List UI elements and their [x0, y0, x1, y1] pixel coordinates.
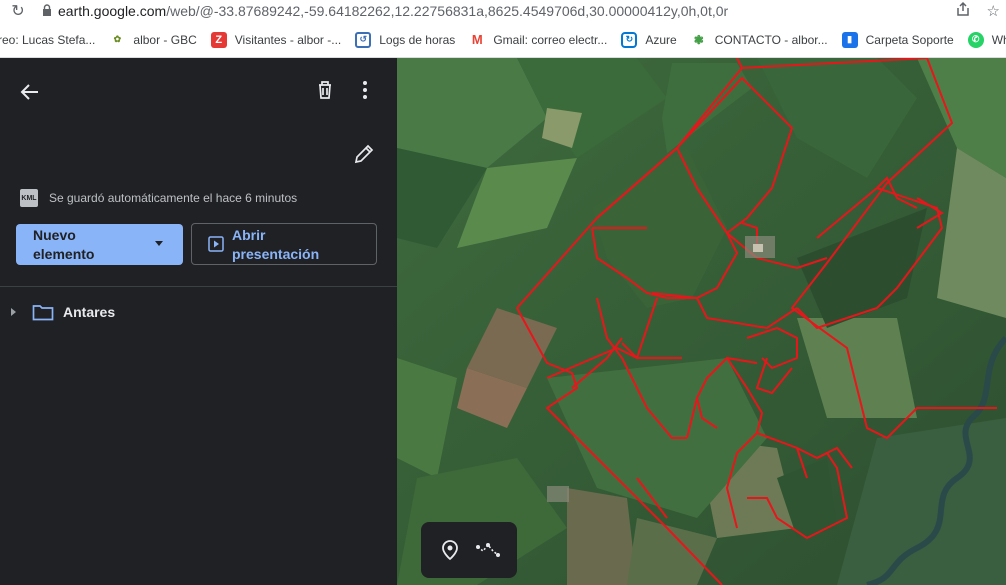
bookmarks-bar: reo: Lucas Stefa... ✿ albor - GBC Z Visita…: [0, 22, 1006, 58]
kml-file-icon: KML: [20, 189, 38, 207]
back-arrow-icon[interactable]: [18, 80, 42, 104]
satellite-map[interactable]: [397, 58, 1006, 585]
bookmark-item[interactable]: ▮ Carpeta Soporte: [841, 31, 954, 48]
map-tool-palette: [421, 522, 517, 578]
bookmark-label: Azure: [645, 32, 677, 47]
expand-arrow-icon[interactable]: [11, 308, 16, 316]
reload-icon[interactable]: ↻: [0, 1, 36, 21]
new-item-button[interactable]: Nuevo elemento: [16, 224, 183, 265]
presentation-play-icon: [208, 236, 224, 252]
project-panel: KML Se guardó automáticamente el hace 6 …: [0, 58, 397, 585]
open-presentation-button[interactable]: Abrir presentación: [191, 223, 377, 265]
autosave-text: Se guardó automáticamente el hace 6 minu…: [49, 191, 298, 205]
gmail-icon: M: [471, 32, 483, 47]
logs-icon: ↺: [355, 31, 372, 48]
bookmark-label: CONTACTO - albor...: [714, 32, 828, 47]
folder-name: Antares: [63, 304, 116, 320]
path-line-icon[interactable]: [476, 538, 500, 562]
dropdown-caret-icon: [155, 241, 163, 246]
bookmark-item[interactable]: ✿ albor - GBC: [109, 32, 197, 48]
more-vert-icon[interactable]: [353, 78, 377, 102]
bookmark-label: Gmail: correo electr...: [493, 32, 608, 47]
albor-logo-icon: ✿: [113, 34, 122, 44]
new-item-label-line2: elemento: [33, 246, 95, 262]
share-icon[interactable]: [955, 1, 971, 21]
lock-icon[interactable]: [36, 3, 58, 19]
bookmark-item[interactable]: reo: Lucas Stefa...: [0, 33, 95, 47]
placemark-pin-icon[interactable]: [438, 538, 462, 562]
bookmark-item[interactable]: M Gmail: correo electr...: [469, 32, 607, 48]
bookmark-item[interactable]: ❃ CONTACTO - albor...: [691, 32, 828, 48]
bookmark-star-icon[interactable]: ☆: [987, 2, 1000, 20]
presentation-label-line1: Abrir: [232, 227, 266, 243]
autosave-status: KML Se guardó automáticamente el hace 6 …: [20, 189, 297, 207]
bookmark-label: Carpeta Soporte: [865, 32, 954, 47]
panel-divider: [0, 286, 397, 287]
azure-icon: ↻: [621, 31, 638, 48]
folder-chart-icon: ▮: [841, 31, 858, 48]
plant-icon: ❃: [693, 32, 704, 47]
pencil-icon[interactable]: [352, 142, 376, 166]
trash-icon[interactable]: [313, 78, 337, 102]
bookmark-item[interactable]: ↺ Logs de horas: [355, 31, 456, 48]
bookmark-item[interactable]: ↻ Azure: [621, 31, 677, 48]
bookmark-label: Visitantes - albor -...: [234, 32, 342, 47]
whatsapp-icon: ✆: [967, 31, 984, 48]
bookmark-item[interactable]: ✆ Wh: [967, 31, 1006, 48]
url-field[interactable]: earth.google.com/web/@-33.87689242,-59.6…: [58, 3, 728, 19]
kml-badge-label: KML: [21, 194, 37, 202]
bookmark-label: albor - GBC: [133, 32, 197, 47]
bookmark-label: Wh: [991, 32, 1006, 47]
bookmark-label: reo: Lucas Stefa...: [0, 32, 96, 47]
z-icon: Z: [210, 31, 227, 48]
bookmark-item[interactable]: Z Visitantes - albor -...: [210, 31, 342, 48]
map-canvas[interactable]: [397, 58, 1006, 585]
presentation-label-line2: presentación: [232, 246, 320, 262]
folder-icon: [32, 305, 54, 321]
folder-row[interactable]: Antares: [0, 298, 397, 326]
bookmark-label: Logs de horas: [379, 32, 456, 47]
address-bar: ↻ earth.google.com/web/@-33.87689242,-59…: [0, 0, 1006, 22]
